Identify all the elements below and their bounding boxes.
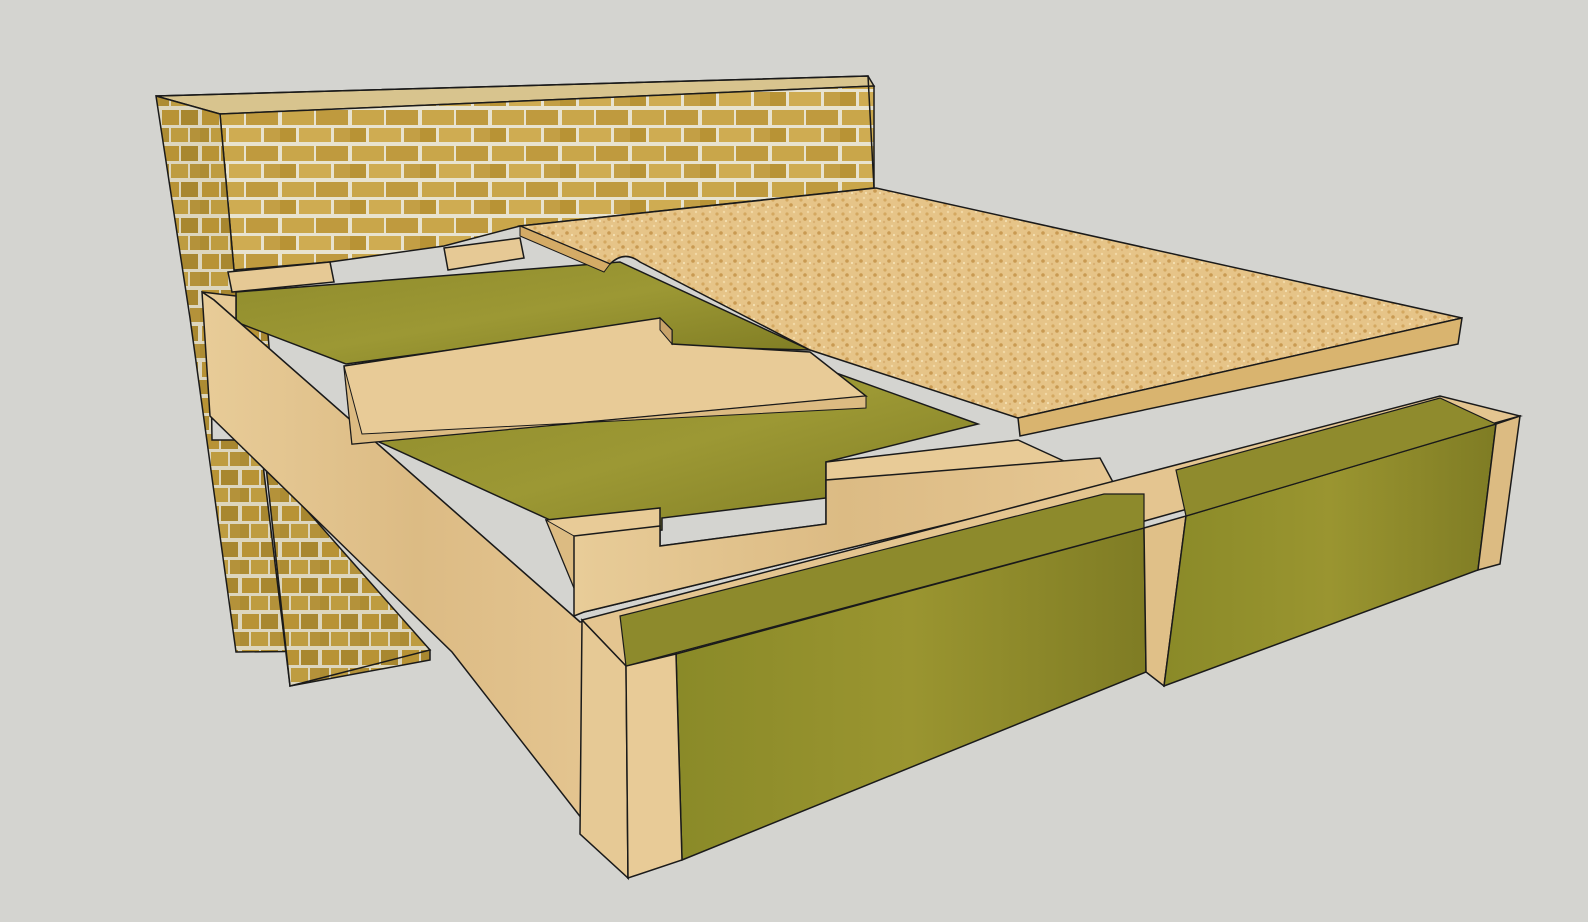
diagram-viewport [0, 0, 1588, 922]
floor-construction-diagram [155, 75, 1523, 881]
